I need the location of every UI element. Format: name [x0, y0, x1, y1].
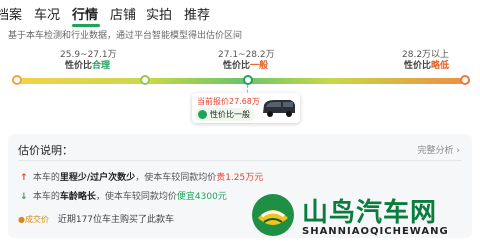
- verdict-2: 性价比一般: [223, 61, 269, 71]
- scale-dot-mid: [140, 75, 150, 85]
- full-analysis-link[interactable]: 完整分析 ›: [418, 143, 460, 156]
- deal-row: ●成交价 近期177位车主购买了此款车: [18, 212, 174, 225]
- deal-text: 近期177位车主购买了此款车: [57, 215, 175, 225]
- tab-recommend[interactable]: 推荐: [184, 4, 210, 23]
- price-scale-bar: [12, 78, 470, 84]
- value-badge: 性价比一般: [195, 108, 255, 121]
- scale-dot-start: [12, 75, 22, 85]
- watermark: 山鸟汽车网 SHANNIAOQICHEWANG: [250, 190, 480, 242]
- tab-store[interactable]: 店铺: [110, 4, 136, 23]
- arrow-down-icon: ↓: [20, 192, 28, 202]
- verdict-1: 性价比合理: [65, 61, 111, 71]
- watermark-logo-icon: [252, 194, 294, 236]
- watermark-subtext: SHANNIAOQICHEWANG: [302, 226, 449, 237]
- tab-archive[interactable]: 档案: [0, 4, 22, 23]
- current-price-card: 当前报价27.68万 性价比一般: [192, 93, 300, 123]
- current-price-marker: [243, 75, 253, 85]
- arrow-up-icon: ↑: [20, 173, 28, 183]
- tab-bar: 档案 车况 行情 店铺 实拍 推荐: [0, 0, 480, 28]
- tab-condition[interactable]: 车况: [34, 4, 60, 23]
- scale-dot-end: [460, 75, 470, 85]
- active-tab-indicator: [72, 24, 100, 27]
- divider: [18, 160, 462, 161]
- tab-market[interactable]: 行情: [72, 4, 98, 23]
- watermark-text: 山鸟汽车网: [302, 198, 438, 228]
- verdict-3: 性价比略低: [404, 61, 450, 71]
- van-icon: [263, 100, 295, 117]
- reason-row-1: ↑ 本车的里程少/过户次数少，使本车较同款均价贵1.25万元: [20, 173, 264, 183]
- tab-photos[interactable]: 实拍: [146, 4, 172, 23]
- panel-title: 估价说明：: [18, 144, 73, 157]
- valuation-subtitle: 基于本车检测和行业数据，通过平台智能模型得出估价区间: [8, 31, 243, 41]
- badge-dot-icon: [198, 110, 207, 119]
- reason-row-2: ↓ 本车的车龄略长，使本车较同款均价便宜4300元: [20, 192, 227, 202]
- deal-badge: ●成交价: [18, 215, 49, 224]
- current-price: 当前报价27.68万: [197, 97, 260, 106]
